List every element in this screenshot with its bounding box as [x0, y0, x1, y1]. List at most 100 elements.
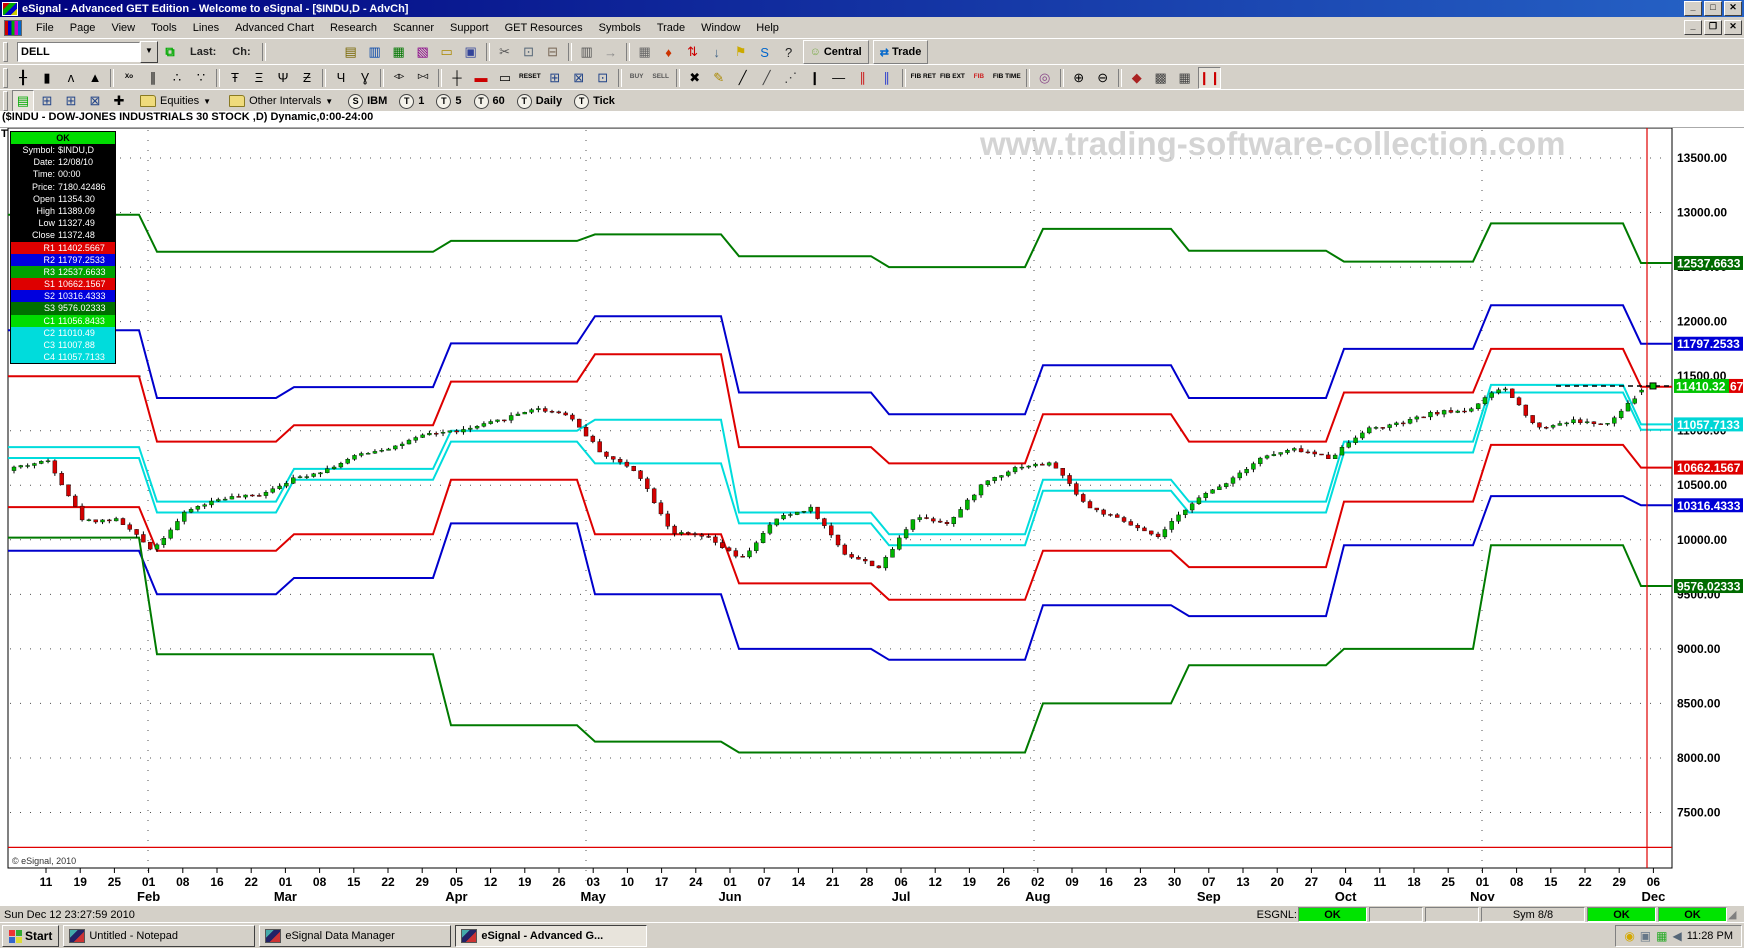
fib-extension-icon[interactable]: FIB EXT: [939, 67, 966, 89]
menu-item-help[interactable]: Help: [748, 19, 787, 37]
hilo-style-icon[interactable]: ∥: [142, 67, 164, 89]
symbol-shortcut-ibm[interactable]: S IBM: [342, 94, 393, 109]
calculator-icon[interactable]: ▦: [634, 41, 656, 63]
horizontal-line-icon[interactable]: —: [828, 67, 850, 89]
expert-elliott-icon[interactable]: Ψ: [272, 67, 294, 89]
candle-style-icon[interactable]: ▮: [36, 67, 58, 89]
chevron-down-icon[interactable]: ▼: [140, 41, 158, 63]
menu-item-research[interactable]: Research: [322, 19, 385, 37]
contract-bars-icon[interactable]: ◁▷: [388, 67, 410, 89]
menu-item-lines[interactable]: Lines: [185, 19, 227, 37]
menu-item-page[interactable]: Page: [62, 19, 104, 37]
buy-icon[interactable]: BUY: [626, 67, 648, 89]
fib-circle-icon[interactable]: FIB: [968, 67, 990, 89]
parallel-lines-icon[interactable]: ∥: [852, 67, 874, 89]
menu-item-trade[interactable]: Trade: [649, 19, 693, 37]
price-chart[interactable]: 13500.0013000.0012500.0012000.0011500.00…: [0, 128, 1744, 906]
andrews-line-icon[interactable]: Ɣ: [354, 67, 376, 89]
symbol-search-icon[interactable]: ◎: [1034, 67, 1056, 89]
menu-item-get-resources[interactable]: GET Resources: [497, 19, 591, 37]
menu-item-scanner[interactable]: Scanner: [385, 19, 442, 37]
tile-windows-icon[interactable]: ▭: [494, 67, 516, 89]
add-page-icon[interactable]: ✚: [108, 90, 130, 112]
print-icon[interactable]: ▥: [576, 41, 598, 63]
sell-icon[interactable]: SELL: [650, 67, 672, 89]
menu-item-tools[interactable]: Tools: [143, 19, 185, 37]
bar-colors-icon[interactable]: ▬: [470, 67, 492, 89]
security-shield-icon[interactable]: ◉: [1624, 930, 1634, 942]
start-button[interactable]: Start: [2, 925, 59, 947]
save-page-icon[interactable]: ▣: [460, 41, 482, 63]
plot-area[interactable]: [8, 128, 1672, 868]
eraser-icon[interactable]: ◆: [1126, 67, 1148, 89]
page-next-icon[interactable]: ⊠: [568, 67, 590, 89]
menu-item-view[interactable]: View: [103, 19, 143, 37]
equities-dropdown[interactable]: Equities ▼: [134, 91, 217, 111]
segment-line-icon[interactable]: ╱: [756, 67, 778, 89]
fib-retracement-icon[interactable]: FIB RET: [910, 67, 937, 89]
new-page-icon[interactable]: ▤: [340, 41, 362, 63]
grid-icon[interactable]: ▩: [1150, 67, 1172, 89]
zoom-in-icon[interactable]: ⊕: [1068, 67, 1090, 89]
cut-icon[interactable]: ✂: [494, 41, 516, 63]
new-chart-icon[interactable]: ▥: [364, 41, 386, 63]
link-icon[interactable]: ⧉: [159, 41, 181, 63]
interval-shortcut-60[interactable]: T60: [468, 94, 511, 109]
interval-shortcut-tick[interactable]: TTick: [568, 94, 621, 109]
new-quote-icon[interactable]: ▦: [388, 41, 410, 63]
toolbar-grip[interactable]: [3, 68, 8, 88]
page-copy-icon[interactable]: ⊞: [36, 90, 58, 112]
paste-icon[interactable]: ⊟: [542, 41, 564, 63]
up-down-arrows-icon[interactable]: ⇅: [682, 41, 704, 63]
dots-style-icon[interactable]: ∴: [166, 67, 188, 89]
toolbar-grip[interactable]: [3, 91, 8, 111]
quote-board-icon[interactable]: ▦: [1174, 67, 1196, 89]
taskbar-button-0[interactable]: Untitled - Notepad: [63, 925, 255, 947]
undo-bars-icon[interactable]: ❙❙: [1198, 67, 1222, 89]
download-data-icon[interactable]: ↓: [706, 41, 728, 63]
snap-quote-icon[interactable]: S: [754, 41, 776, 63]
channel-lines-icon[interactable]: ∥: [876, 67, 898, 89]
child-restore-button[interactable]: ❐: [1704, 20, 1722, 35]
fib-time-icon[interactable]: FIB TIME: [992, 67, 1022, 89]
close-button[interactable]: ✕: [1724, 1, 1742, 16]
crosshair-x-icon[interactable]: ✖: [684, 67, 706, 89]
symbol-combo[interactable]: DELL ▼: [17, 41, 158, 63]
menu-item-support[interactable]: Support: [442, 19, 497, 37]
symbol-input[interactable]: DELL: [17, 42, 140, 62]
other-intervals-dropdown[interactable]: Other Intervals ▼: [223, 91, 339, 111]
open-page-icon[interactable]: ▭: [436, 41, 458, 63]
central-button[interactable]: ☺ Central: [803, 40, 869, 64]
snapshot-icon[interactable]: ▣: [1640, 930, 1651, 942]
menu-item-symbols[interactable]: Symbols: [591, 19, 649, 37]
go-browser-icon[interactable]: →: [600, 41, 622, 63]
minimize-button[interactable]: _: [1684, 1, 1702, 16]
page-copy2-icon[interactable]: ⊞: [60, 90, 82, 112]
zoom-out-icon[interactable]: ⊖: [1092, 67, 1114, 89]
trade-button[interactable]: ⇄ Trade: [873, 40, 929, 64]
trendline-icon[interactable]: ╱: [732, 67, 754, 89]
menu-item-window[interactable]: Window: [693, 19, 748, 37]
color-levels-icon[interactable]: ▤: [12, 90, 34, 112]
bar-style-icon[interactable]: ╂: [12, 67, 34, 89]
line-style-icon[interactable]: ʌ: [60, 67, 82, 89]
crosshair-pointer-icon[interactable]: ┼: [446, 67, 468, 89]
vertical-line-icon[interactable]: ❙: [804, 67, 826, 89]
hot-list-icon[interactable]: ♦: [658, 41, 680, 63]
ray-line-icon[interactable]: ⋰: [780, 67, 802, 89]
context-help-icon[interactable]: ?: [778, 41, 800, 63]
resize-grip[interactable]: ◢: [1728, 908, 1744, 921]
menu-item-file[interactable]: File: [28, 19, 62, 37]
child-close-button[interactable]: ✕: [1724, 20, 1742, 35]
child-minimize-button[interactable]: _: [1684, 20, 1702, 35]
taskbar-button-1[interactable]: eSignal Data Manager: [259, 925, 451, 947]
toolbar-grip[interactable]: [3, 42, 8, 62]
interval-shortcut-daily[interactable]: TDaily: [511, 94, 568, 109]
expert-oscillator-icon[interactable]: Ξ: [248, 67, 270, 89]
pitchfork-icon[interactable]: Ч: [330, 67, 352, 89]
taskbar-button-2[interactable]: eSignal - Advanced G...: [455, 925, 647, 947]
expert-trend-icon[interactable]: Ŧ: [224, 67, 246, 89]
network-icon[interactable]: ▦: [1656, 930, 1667, 942]
page-prev-icon[interactable]: ⊞: [544, 67, 566, 89]
copy-icon[interactable]: ⊡: [518, 41, 540, 63]
